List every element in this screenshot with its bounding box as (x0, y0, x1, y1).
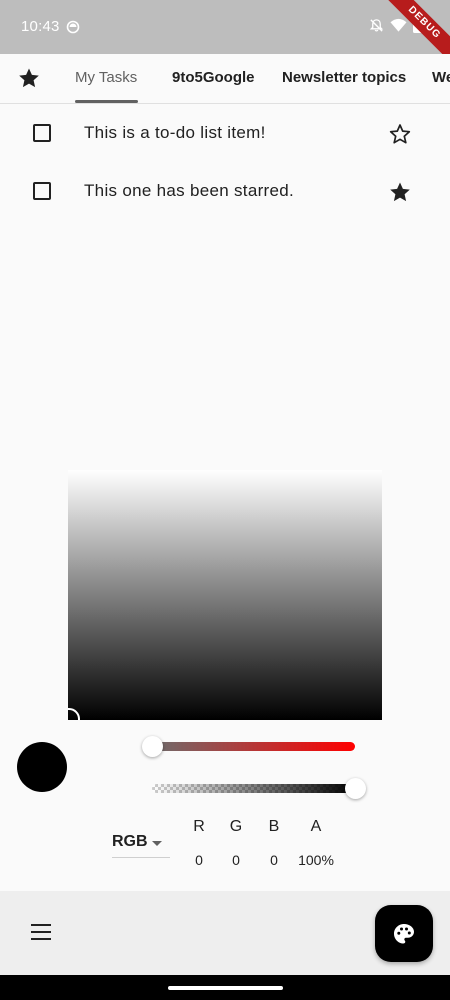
picker-handle[interactable] (68, 708, 80, 720)
palette-fab-button[interactable] (375, 905, 433, 962)
channel-label-r: R (193, 818, 205, 835)
channel-value-b[interactable]: 0 (254, 852, 294, 868)
star-filled-icon[interactable] (388, 180, 412, 204)
home-gesture-handle[interactable] (168, 986, 283, 990)
task-checkbox[interactable] (33, 182, 51, 200)
chevron-down-icon (152, 841, 162, 846)
task-row[interactable]: This one has been starred. (0, 162, 450, 220)
task-title: This one has been starred. (84, 181, 295, 200)
star-outline-icon[interactable] (388, 122, 412, 146)
bottom-app-bar (0, 891, 450, 975)
color-mode-dropdown[interactable]: RGB (112, 830, 170, 858)
selected-color-preview (17, 742, 67, 792)
active-tab-indicator (75, 100, 138, 103)
channel-value-g[interactable]: 0 (216, 852, 256, 868)
tab-my-tasks[interactable]: My Tasks (75, 54, 137, 103)
channel-label-g: G (229, 818, 243, 835)
palette-icon (394, 924, 414, 944)
app-notification-icon (66, 20, 80, 34)
alpha-slider-track[interactable] (152, 784, 355, 793)
status-time: 10:43 (21, 18, 60, 35)
menu-icon[interactable] (31, 924, 51, 940)
hue-slider-thumb[interactable] (142, 736, 163, 757)
color-mode-label: RGB (112, 833, 148, 850)
system-navigation-bar (0, 975, 450, 1000)
task-checkbox[interactable] (33, 124, 51, 142)
tab-newsletter-topics[interactable]: Newsletter topics (282, 54, 406, 103)
task-list-tab-bar: My Tasks 9to5Google Newsletter topics We (0, 54, 450, 104)
hue-slider-track[interactable] (152, 742, 355, 751)
channel-value-a[interactable]: 100% (296, 852, 336, 868)
bell-off-icon (369, 18, 384, 32)
channel-label-a: A (310, 818, 322, 835)
status-bar: 10:43 DEBUG (0, 0, 450, 54)
saturation-value-picker[interactable] (68, 470, 382, 720)
task-title: This is a to-do list item! (84, 123, 266, 142)
tab-9to5google[interactable]: 9to5Google (172, 54, 255, 103)
channel-value-r[interactable]: 0 (179, 852, 219, 868)
tab-we[interactable]: We (432, 54, 450, 103)
alpha-slider-gradient (152, 784, 355, 793)
starred-tab-star-icon[interactable] (17, 66, 41, 90)
channel-label-b: B (268, 818, 280, 835)
wifi-icon (390, 18, 407, 32)
alpha-slider-thumb[interactable] (345, 778, 366, 799)
task-row[interactable]: This is a to-do list item! (0, 104, 450, 162)
